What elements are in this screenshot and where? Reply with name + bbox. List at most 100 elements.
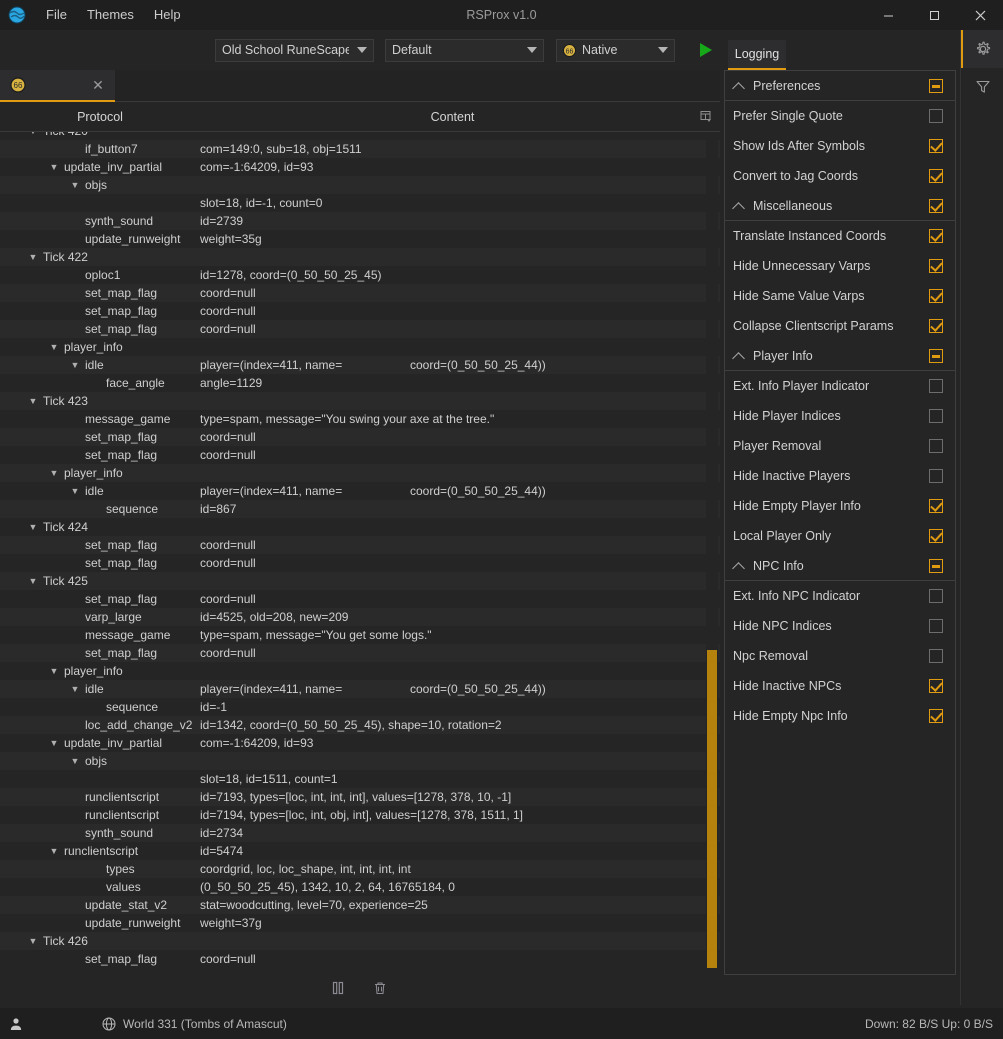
launch-button[interactable] bbox=[695, 39, 717, 61]
log-row[interactable]: update_runweight weight=37g bbox=[0, 914, 720, 932]
client-select[interactable]: 66 Native bbox=[556, 38, 675, 62]
preference-row-local-player-only[interactable]: Local Player Only bbox=[725, 521, 955, 551]
preference-checkbox[interactable] bbox=[929, 109, 943, 123]
protocol-log-list[interactable]: ▼ Tick 420 if_button7 com=149:0, sub=18, ob… bbox=[0, 132, 720, 970]
preference-checkbox[interactable] bbox=[929, 319, 943, 333]
log-row[interactable]: set_map_flag coord=null bbox=[0, 320, 720, 338]
menu-themes[interactable]: Themes bbox=[77, 3, 144, 27]
log-row[interactable]: ▼ idle player=(index=411, name= coord=(0_50… bbox=[0, 680, 720, 698]
preference-checkbox[interactable] bbox=[929, 169, 943, 183]
preference-row-prefer-single-quote[interactable]: Prefer Single Quote bbox=[725, 101, 955, 131]
row-expand-arrow-icon[interactable]: ▼ bbox=[69, 482, 81, 500]
log-row[interactable]: set_map_flag coord=null bbox=[0, 428, 720, 446]
log-row[interactable]: ▼ Tick 426 bbox=[0, 932, 720, 950]
log-row[interactable]: message_game type=spam, message="You swin… bbox=[0, 410, 720, 428]
log-row[interactable]: ▼ player_info bbox=[0, 464, 720, 482]
log-row[interactable]: synth_sound id=2734 bbox=[0, 824, 720, 842]
row-expand-arrow-icon[interactable]: ▼ bbox=[27, 518, 39, 536]
log-row[interactable]: face_angle angle=1129 bbox=[0, 374, 720, 392]
row-expand-arrow-icon[interactable]: ▼ bbox=[48, 662, 60, 680]
preference-row-show-ids-after-symbols[interactable]: Show Ids After Symbols bbox=[725, 131, 955, 161]
tab-logging[interactable]: Logging bbox=[728, 40, 786, 70]
pause-button[interactable] bbox=[330, 980, 348, 998]
column-header-protocol[interactable]: Protocol bbox=[0, 110, 200, 124]
preferences-group-player-info[interactable]: Player Info bbox=[725, 341, 955, 371]
log-scrollbar[interactable] bbox=[706, 132, 718, 970]
clear-button[interactable] bbox=[372, 980, 390, 998]
log-row[interactable]: types coordgrid, loc, loc_shape, int, int… bbox=[0, 860, 720, 878]
preferences-group-preferences[interactable]: Preferences bbox=[725, 71, 955, 101]
chevron-up-icon[interactable] bbox=[733, 560, 745, 572]
preference-checkbox[interactable] bbox=[929, 529, 943, 543]
log-row[interactable]: ▼ Tick 424 bbox=[0, 518, 720, 536]
log-row[interactable]: ▼ Tick 422 bbox=[0, 248, 720, 266]
preference-checkbox[interactable] bbox=[929, 348, 943, 363]
log-row[interactable]: set_map_flag coord=null bbox=[0, 950, 720, 968]
row-expand-arrow-icon[interactable]: ▼ bbox=[27, 932, 39, 950]
row-expand-arrow-icon[interactable]: ▼ bbox=[27, 248, 39, 266]
log-row[interactable]: runclientscript id=7194, types=[loc, int,… bbox=[0, 806, 720, 824]
log-row[interactable]: oploc1 id=1278, coord=(0_50_50_25_45) bbox=[0, 266, 720, 284]
log-row[interactable]: set_map_flag coord=null bbox=[0, 536, 720, 554]
preference-row-hide-empty-npc-info[interactable]: Hide Empty Npc Info bbox=[725, 701, 955, 731]
preference-checkbox[interactable] bbox=[929, 198, 943, 213]
log-row[interactable]: ▼ update_inv_partial com=-1:64209, id=93 bbox=[0, 158, 720, 176]
log-row[interactable]: if_button7 com=149:0, sub=18, obj=1511 bbox=[0, 140, 720, 158]
preference-checkbox[interactable] bbox=[929, 229, 943, 243]
session-tab[interactable]: 66 ✕ bbox=[0, 70, 115, 102]
log-row[interactable]: ▼ objs bbox=[0, 752, 720, 770]
preference-checkbox[interactable] bbox=[929, 139, 943, 153]
game-select[interactable]: Old School RuneScape bbox=[215, 38, 374, 62]
preference-row-ext-info-npc-indicator[interactable]: Ext. Info NPC Indicator bbox=[725, 581, 955, 611]
preference-checkbox[interactable] bbox=[929, 409, 943, 423]
profile-select[interactable]: Default bbox=[385, 38, 544, 62]
log-row[interactable]: runclientscript id=7193, types=[loc, int,… bbox=[0, 788, 720, 806]
log-row[interactable]: ▼ idle player=(index=411, name= coord=(0_50… bbox=[0, 356, 720, 374]
log-row[interactable]: sequence id=-1 bbox=[0, 698, 720, 716]
log-row[interactable]: synth_sound id=2739 bbox=[0, 212, 720, 230]
preferences-group-npc-info[interactable]: NPC Info bbox=[725, 551, 955, 581]
log-row[interactable]: update_runweight weight=35g bbox=[0, 230, 720, 248]
log-row[interactable]: loc_add_change_v2 id=1342, coord=(0_50_50… bbox=[0, 716, 720, 734]
minimize-icon[interactable] bbox=[865, 0, 911, 30]
preference-checkbox[interactable] bbox=[929, 379, 943, 393]
log-row[interactable]: set_map_flag coord=null bbox=[0, 446, 720, 464]
preference-row-hide-empty-player-info[interactable]: Hide Empty Player Info bbox=[725, 491, 955, 521]
log-row[interactable]: varp_large id=4525, old=208, new=209 bbox=[0, 608, 720, 626]
row-expand-arrow-icon[interactable]: ▼ bbox=[69, 356, 81, 374]
preference-checkbox[interactable] bbox=[929, 709, 943, 723]
row-expand-arrow-icon[interactable]: ▼ bbox=[48, 338, 60, 356]
preferences-group-miscellaneous[interactable]: Miscellaneous bbox=[725, 191, 955, 221]
row-expand-arrow-icon[interactable]: ▼ bbox=[48, 158, 60, 176]
menu-help[interactable]: Help bbox=[144, 3, 191, 27]
log-scrollbar-thumb[interactable] bbox=[707, 650, 717, 968]
session-tab-close-icon[interactable]: ✕ bbox=[91, 78, 105, 92]
preference-checkbox[interactable] bbox=[929, 499, 943, 513]
preference-row-hide-unnecessary-varps[interactable]: Hide Unnecessary Varps bbox=[725, 251, 955, 281]
preference-row-collapse-clientscript-params[interactable]: Collapse Clientscript Params bbox=[725, 311, 955, 341]
preference-row-translate-instanced-coords[interactable]: Translate Instanced Coords bbox=[725, 221, 955, 251]
log-row[interactable]: ▼ runclientscript id=5474 bbox=[0, 842, 720, 860]
log-row[interactable]: ▼ update_inv_partial com=-1:64209, id=93 bbox=[0, 734, 720, 752]
log-row[interactable]: ▼ idle player=(index=411, name= coord=(0_50… bbox=[0, 482, 720, 500]
preference-checkbox[interactable] bbox=[929, 679, 943, 693]
rail-filter-button[interactable] bbox=[961, 68, 1003, 106]
row-expand-arrow-icon[interactable]: ▼ bbox=[69, 680, 81, 698]
preference-checkbox[interactable] bbox=[929, 649, 943, 663]
log-row[interactable]: ▼ Tick 423 bbox=[0, 392, 720, 410]
row-expand-arrow-icon[interactable]: ▼ bbox=[48, 464, 60, 482]
log-row[interactable]: set_map_flag coord=null bbox=[0, 644, 720, 662]
preference-row-player-removal[interactable]: Player Removal bbox=[725, 431, 955, 461]
log-row[interactable]: values (0_50_50_25_45), 1342, 10, 2, 64, … bbox=[0, 878, 720, 896]
chevron-up-icon[interactable] bbox=[733, 200, 745, 212]
rail-settings-button[interactable] bbox=[961, 30, 1003, 68]
preference-row-hide-inactive-npcs[interactable]: Hide Inactive NPCs bbox=[725, 671, 955, 701]
preference-checkbox[interactable] bbox=[929, 589, 943, 603]
preference-row-hide-inactive-players[interactable]: Hide Inactive Players bbox=[725, 461, 955, 491]
log-row[interactable]: set_map_flag coord=null bbox=[0, 284, 720, 302]
log-row[interactable]: sequence id=867 bbox=[0, 500, 720, 518]
log-row[interactable]: slot=18, id=-1, count=0 bbox=[0, 194, 720, 212]
preference-row-hide-player-indices[interactable]: Hide Player Indices bbox=[725, 401, 955, 431]
log-row[interactable]: ▼ objs bbox=[0, 176, 720, 194]
preference-checkbox[interactable] bbox=[929, 619, 943, 633]
